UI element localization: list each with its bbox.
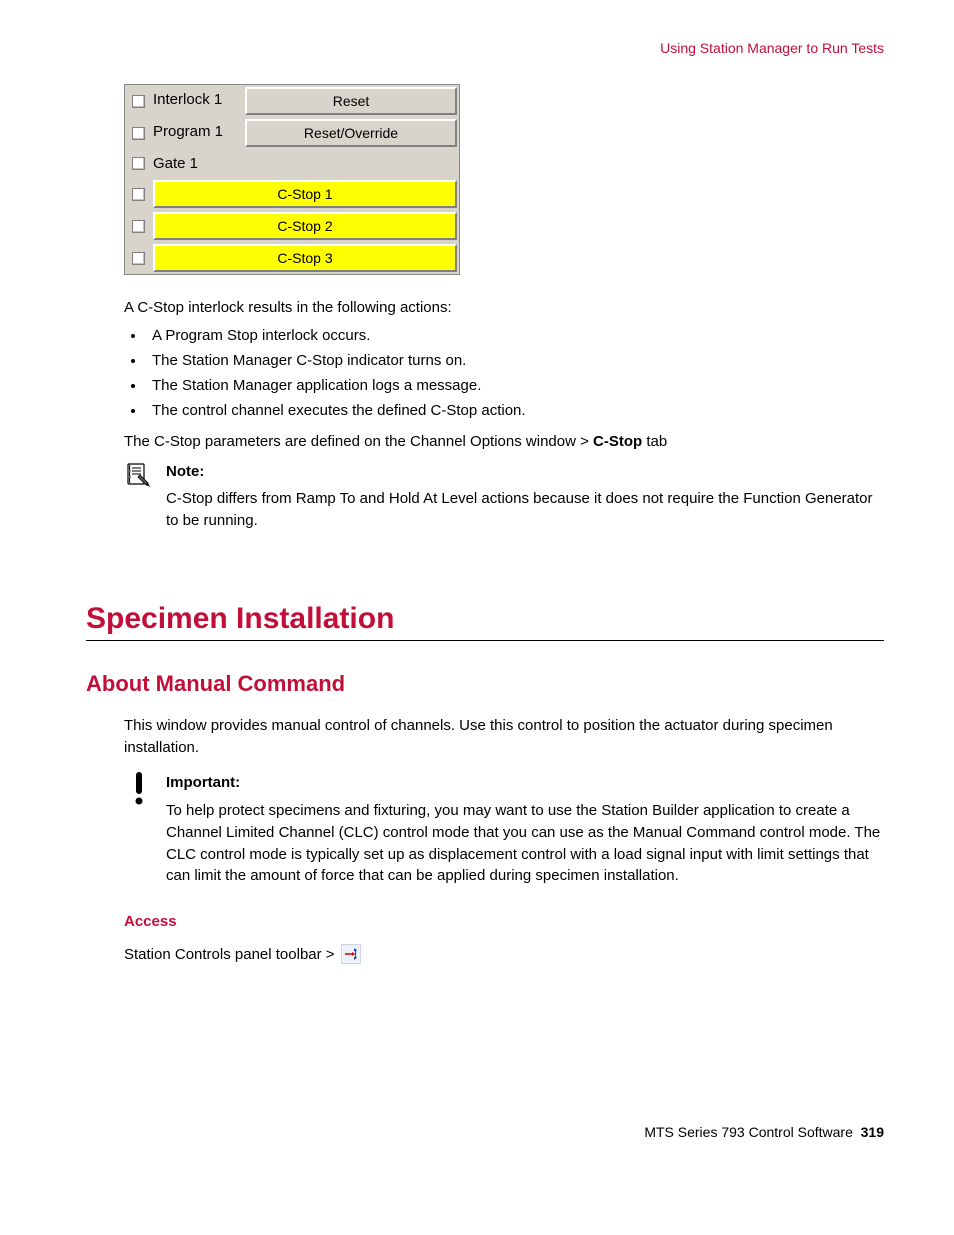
panel-row-gate: Gate 1 (125, 149, 459, 178)
params-line-post: tab (642, 433, 667, 450)
cstop1-checkbox[interactable] (132, 188, 145, 201)
reset-override-button[interactable]: Reset/Override (245, 119, 457, 147)
list-item: The Station Manager C-Stop indicator tur… (146, 352, 884, 369)
program1-checkbox[interactable] (132, 127, 145, 140)
page-footer: MTS Series 793 Control Software 319 (86, 1124, 884, 1140)
cstop2-button[interactable]: C-Stop 2 (153, 212, 457, 240)
important-icon (124, 772, 154, 887)
note-text: C-Stop differs from Ramp To and Hold At … (166, 488, 884, 532)
list-item: The Station Manager application logs a m… (146, 377, 884, 394)
access-text: Station Controls panel toolbar > (124, 946, 335, 963)
bullet-list: A Program Stop interlock occurs. The Sta… (146, 327, 884, 419)
note-block: Note: C-Stop differs from Ramp To and Ho… (124, 461, 884, 532)
cstop-row-1: C-Stop 1 (125, 178, 459, 210)
reset-button[interactable]: Reset (245, 87, 457, 115)
note-icon (124, 461, 154, 532)
list-item: The control channel executes the defined… (146, 402, 884, 419)
interlock-panel: Interlock 1 Reset Program 1 Reset/Overri… (124, 84, 460, 275)
intro-text: A C-Stop interlock results in the follow… (124, 297, 884, 319)
params-line-pre: The C-Stop parameters are defined on the… (124, 433, 593, 450)
program1-label: Program 1 (151, 117, 243, 149)
interlock1-label: Interlock 1 (151, 85, 243, 117)
cstop3-checkbox[interactable] (132, 252, 145, 265)
subsection-title: About Manual Command (86, 671, 884, 697)
breadcrumb: Using Station Manager to Run Tests (86, 40, 884, 56)
gate1-label: Gate 1 (151, 149, 459, 178)
access-line: Station Controls panel toolbar > (124, 944, 884, 964)
important-text: To help protect specimens and fixturing,… (166, 800, 884, 887)
cstop-row-2: C-Stop 2 (125, 210, 459, 242)
manual-command-toolbar-icon[interactable] (341, 944, 361, 964)
section-title: Specimen Installation (86, 602, 884, 636)
list-item: A Program Stop interlock occurs. (146, 327, 884, 344)
cstop1-button[interactable]: C-Stop 1 (153, 180, 457, 208)
footer-product: MTS Series 793 Control Software (644, 1124, 853, 1140)
subsection-intro: This window provides manual control of c… (124, 715, 884, 759)
important-label: Important: (166, 772, 884, 794)
access-heading: Access (124, 913, 884, 930)
footer-page-number: 319 (861, 1124, 884, 1140)
important-block: Important: To help protect specimens and… (124, 772, 884, 887)
panel-row-interlock: Interlock 1 Reset (125, 85, 459, 117)
cstop2-checkbox[interactable] (132, 220, 145, 233)
section-rule (86, 640, 884, 641)
note-label: Note: (166, 461, 884, 483)
cstop3-button[interactable]: C-Stop 3 (153, 244, 457, 272)
cstop-row-3: C-Stop 3 (125, 242, 459, 274)
params-line: The C-Stop parameters are defined on the… (124, 431, 884, 453)
gate1-checkbox[interactable] (132, 157, 145, 170)
panel-row-program: Program 1 Reset/Override (125, 117, 459, 149)
interlock1-checkbox[interactable] (132, 95, 145, 108)
params-line-bold: C-Stop (593, 433, 642, 450)
